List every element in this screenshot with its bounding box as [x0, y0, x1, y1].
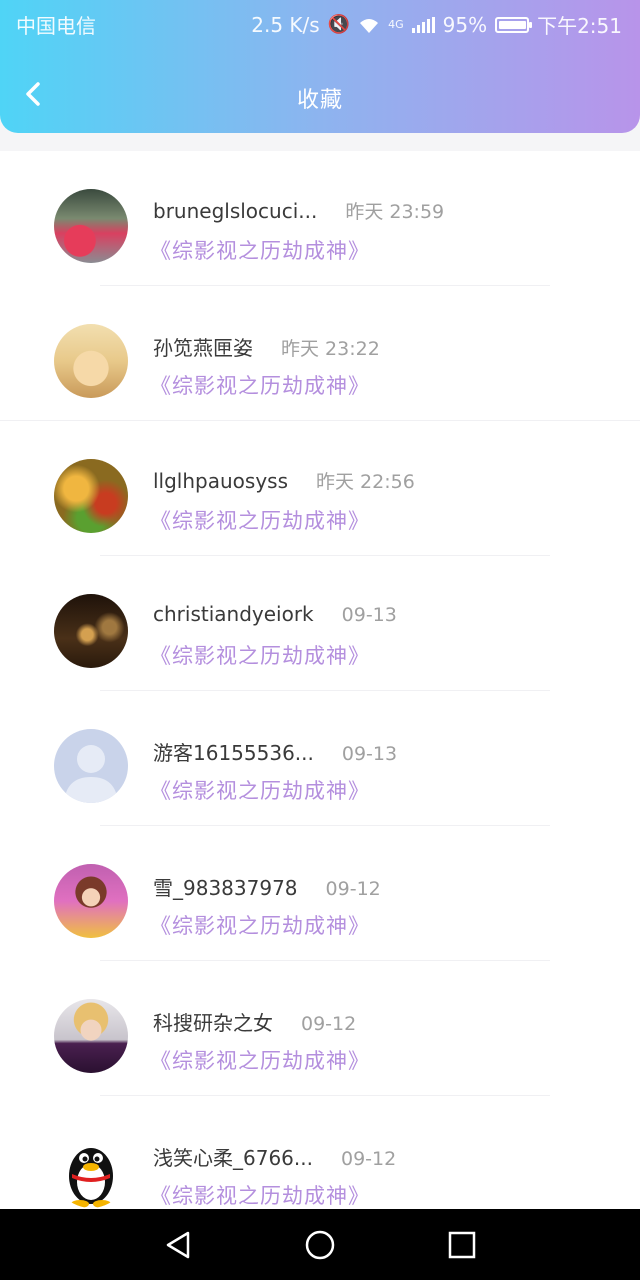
timestamp: 09-12 — [301, 1013, 357, 1035]
user-name: llglhpauosyss — [153, 469, 288, 493]
user-name: bruneglslocuci... — [153, 199, 318, 223]
signal-icon — [411, 16, 435, 33]
timestamp: 09-13 — [341, 604, 397, 626]
book-title[interactable]: 《综影视之历劫成神》 — [150, 775, 370, 805]
user-name: 孙笕燕匣姿 — [153, 336, 253, 360]
list-item[interactable]: bruneglslocuci... 昨天 23:59 《综影视之历劫成神》 — [0, 151, 640, 286]
qq-penguin-icon — [69, 1148, 113, 1208]
user-name: christiandyeiork — [153, 602, 314, 626]
avatar[interactable] — [54, 864, 128, 938]
avatar[interactable] — [54, 594, 128, 668]
book-title[interactable]: 《综影视之历劫成神》 — [150, 640, 370, 670]
app-header: 中国电信 2.5 K/s 🔇 4G 95% 下午2:51 收藏 — [0, 0, 640, 133]
timestamp: 09-13 — [341, 743, 398, 765]
page-title: 收藏 — [296, 88, 343, 113]
clock: 下午2:51 — [537, 14, 622, 38]
favorites-list: bruneglslocuci... 昨天 23:59 《综影视之历劫成神》 孙笕… — [0, 151, 640, 1209]
user-name: 游客16155536... — [153, 741, 314, 765]
list-item[interactable]: 雪_983837978 09-12 《综影视之历劫成神》 — [0, 826, 640, 961]
book-title[interactable]: 《综影视之历劫成神》 — [150, 505, 370, 535]
list-item[interactable]: 浅笑心柔_6766... 09-12 《综影视之历劫成神》 — [0, 1096, 640, 1209]
list-item[interactable]: 科搜研杂之女 09-12 《综影视之历劫成神》 — [0, 961, 640, 1096]
timestamp: 昨天 22:56 — [316, 471, 415, 493]
user-name: 雪_983837978 — [153, 876, 298, 900]
avatar[interactable] — [54, 459, 128, 533]
net-speed: 2.5 K/s — [251, 12, 320, 37]
nav-recents-button[interactable] — [444, 1227, 480, 1263]
avatar[interactable] — [54, 324, 128, 398]
back-triangle-icon — [166, 1231, 190, 1259]
timestamp: 09-12 — [325, 878, 381, 900]
book-title[interactable]: 《综影视之历劫成神》 — [150, 370, 370, 400]
book-title[interactable]: 《综影视之历劫成神》 — [150, 910, 370, 940]
recents-square-icon — [448, 1231, 476, 1259]
status-bar: 中国电信 2.5 K/s 🔇 4G 95% 下午2:51 — [0, 0, 640, 44]
network-type: 4G — [388, 18, 404, 31]
status-indicators: 2.5 K/s 🔇 4G 95% 下午2:51 — [251, 10, 622, 39]
list-item[interactable]: christiandyeiork 09-13 《综影视之历劫成神》 — [0, 556, 640, 691]
book-title[interactable]: 《综影视之历劫成神》 — [150, 1180, 370, 1209]
nav-home-button[interactable] — [302, 1227, 338, 1263]
book-title[interactable]: 《综影视之历劫成神》 — [150, 1045, 370, 1075]
avatar[interactable] — [54, 729, 128, 803]
list-item[interactable]: llglhpauosyss 昨天 22:56 《综影视之历劫成神》 — [0, 421, 640, 556]
timestamp: 09-12 — [340, 1148, 397, 1170]
book-title[interactable]: 《综影视之历劫成神》 — [150, 235, 370, 265]
timestamp: 昨天 23:59 — [345, 201, 445, 223]
nav-back-button[interactable] — [160, 1227, 196, 1263]
mute-icon: 🔇 — [327, 14, 351, 35]
user-name: 科搜研杂之女 — [153, 1011, 273, 1035]
carrier-label: 中国电信 — [16, 14, 96, 38]
battery-icon — [495, 16, 533, 33]
avatar[interactable] — [54, 189, 128, 263]
avatar[interactable] — [54, 999, 128, 1073]
list-item[interactable]: 孙笕燕匣姿 昨天 23:22 《综影视之历劫成神》 — [0, 286, 640, 421]
default-user-icon — [64, 745, 118, 803]
user-name: 浅笑心柔_6766... — [153, 1146, 313, 1170]
avatar[interactable] — [54, 1134, 128, 1208]
home-circle-icon — [305, 1230, 335, 1260]
timestamp: 昨天 23:22 — [281, 338, 380, 360]
system-nav-bar — [0, 1209, 640, 1280]
battery-percent: 95% — [442, 12, 488, 37]
wifi-icon — [358, 16, 380, 34]
list-item[interactable]: 游客16155536... 09-13 《综影视之历劫成神》 — [0, 691, 640, 826]
